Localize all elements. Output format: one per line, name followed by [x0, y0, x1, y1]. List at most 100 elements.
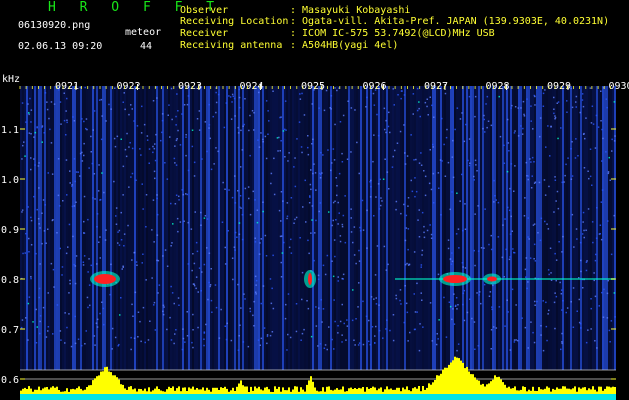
noise-column: [368, 86, 370, 370]
noise-column: [376, 86, 378, 370]
noise-speck: [385, 119, 387, 122]
hist-bar: [560, 388, 562, 394]
noise-speck: [504, 325, 506, 327]
noise-speck: [255, 284, 257, 286]
noise-speck: [448, 301, 451, 303]
noise-speck: [79, 175, 81, 177]
noise-speck: [437, 172, 440, 174]
noise-speck: [161, 113, 164, 115]
noise-speck: [484, 131, 486, 133]
noise-speck: [111, 327, 114, 330]
noise-column: [150, 86, 152, 370]
noise-speck: [21, 102, 24, 104]
noise-speck: [331, 338, 333, 341]
noise-speck: [271, 287, 273, 290]
noise-column: [380, 86, 382, 370]
hist-bar: [228, 391, 230, 394]
noise-speck: [182, 337, 185, 340]
noise-speck: [416, 87, 419, 90]
hist-bar: [122, 384, 124, 394]
noise-speck: [573, 246, 575, 248]
noise-speck: [269, 334, 272, 337]
noise-speck: [473, 175, 475, 178]
hist-bar: [382, 391, 384, 394]
noise-speck: [287, 333, 289, 336]
noise-column: [102, 86, 104, 370]
hist-bar: [520, 389, 522, 394]
noise-speck: [580, 327, 582, 329]
noise-speck: [231, 196, 234, 199]
noise-speck: [457, 228, 460, 230]
noise-speck: [538, 181, 541, 184]
noise-speck: [429, 96, 431, 98]
noise-speck: [308, 252, 310, 255]
noise-speck: [451, 318, 453, 321]
noise-speck: [270, 182, 272, 185]
noise-speck: [238, 96, 241, 99]
noise-speck: [293, 222, 295, 224]
noise-speck: [243, 123, 245, 126]
noise-speck: [21, 319, 24, 321]
noise-speck: [244, 298, 246, 300]
noise-speck: [374, 335, 376, 337]
noise-speck: [355, 318, 357, 320]
noise-speck: [80, 344, 83, 347]
noise-speck: [432, 202, 435, 204]
noise-column: [564, 86, 566, 370]
hist-bar: [598, 386, 600, 394]
hist-bar: [478, 380, 480, 394]
noise-speck: [283, 241, 285, 244]
y-axis-unit: kHz: [2, 74, 20, 85]
noise-speck: [294, 157, 296, 159]
noise-speck: [178, 304, 180, 306]
noise-speck: [208, 124, 211, 126]
noise-speck: [264, 135, 267, 138]
noise-speck: [36, 326, 38, 328]
noise-speck: [200, 224, 202, 226]
noise-speck: [175, 139, 178, 142]
noise-speck: [368, 340, 370, 343]
noise-speck: [354, 344, 356, 346]
noise-speck: [131, 147, 134, 150]
noise-speck: [553, 112, 555, 115]
hist-bar: [470, 374, 472, 394]
noise-speck: [173, 342, 175, 345]
noise-speck: [561, 289, 563, 291]
noise-column: [508, 86, 510, 370]
noise-column: [114, 86, 116, 370]
noise-speck: [545, 301, 547, 304]
noise-column: [272, 86, 274, 370]
hist-bar: [238, 383, 240, 394]
hist-bar: [354, 388, 356, 394]
noise-speck: [369, 181, 371, 183]
noise-speck: [254, 199, 256, 201]
noise-speck: [556, 102, 558, 104]
noise-speck: [370, 179, 372, 182]
noise-speck: [140, 132, 143, 134]
noise-speck: [117, 242, 119, 244]
hist-bar: [596, 391, 598, 394]
noise-speck: [483, 114, 485, 117]
noise-speck: [285, 303, 287, 306]
hist-bar: [248, 392, 250, 394]
noise-speck: [200, 211, 202, 214]
noise-speck: [336, 194, 338, 197]
noise-column: [132, 86, 134, 370]
noise-speck: [601, 291, 603, 294]
hist-bar: [244, 386, 246, 394]
noise-column: [90, 86, 92, 370]
hist-bar: [180, 391, 182, 394]
noise-speck: [47, 292, 49, 294]
noise-column: [160, 86, 162, 370]
noise-speck: [113, 137, 116, 140]
noise-speck: [171, 292, 174, 294]
noise-speck: [123, 245, 125, 247]
noise-speck: [307, 153, 310, 156]
noise-speck: [113, 180, 115, 183]
noise-speck: [154, 143, 156, 145]
noise-speck: [30, 121, 32, 123]
noise-speck: [429, 302, 432, 304]
meteor-label: meteor: [125, 27, 162, 38]
hist-bar: [240, 380, 242, 394]
noise-column: [528, 86, 530, 370]
